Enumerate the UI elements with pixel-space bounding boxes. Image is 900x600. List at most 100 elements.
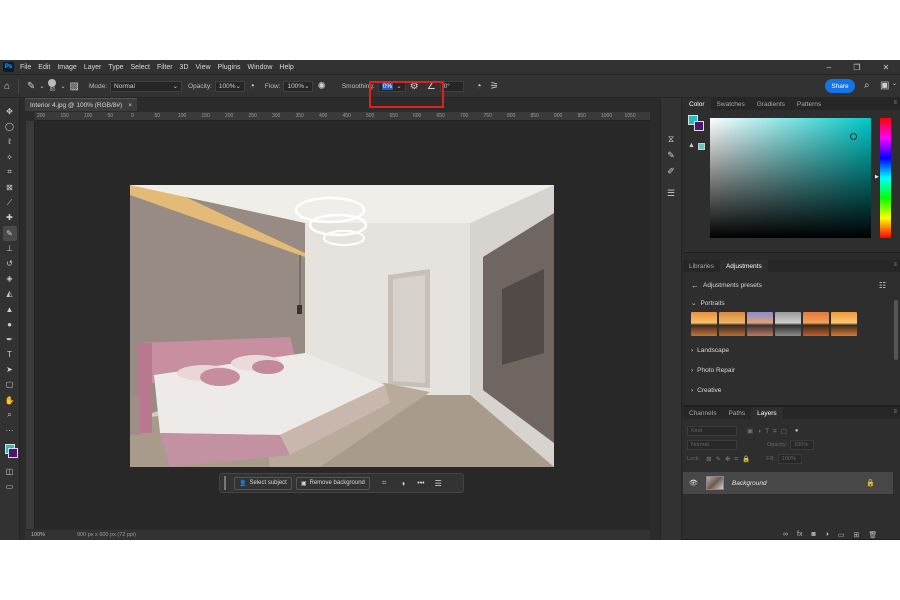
close-window-icon[interactable]: ✕ [872, 60, 900, 74]
new-group-icon[interactable]: ▭ [838, 531, 845, 539]
tab-libraries[interactable]: Libraries [683, 260, 720, 272]
tab-patterns[interactable]: Patterns [791, 98, 827, 110]
airbrush-icon[interactable]: ✺ [317, 81, 325, 92]
brush-settings-icon[interactable]: ▨ [70, 81, 79, 92]
more-tools-icon[interactable]: ··· [3, 423, 17, 438]
menu-image[interactable]: Image [57, 64, 76, 71]
menu-layer[interactable]: Layer [84, 64, 102, 71]
crop-icon[interactable]: ⌗ [3, 165, 17, 180]
add-mask-icon[interactable]: ◙ [811, 531, 815, 539]
chevron-down-icon[interactable]: ⌄ [39, 83, 44, 90]
panel-scrollbar[interactable] [894, 300, 898, 360]
menu-file[interactable]: File [20, 64, 31, 71]
search-icon[interactable]: ⌕ [864, 80, 870, 91]
panel-menu-icon[interactable]: ≡ [893, 262, 897, 268]
preset-group-landscape[interactable]: › Landscape [683, 340, 900, 360]
move-icon[interactable]: ✥ [3, 104, 17, 119]
panel-menu-icon[interactable]: ≡ [893, 409, 897, 415]
magic-wand-icon[interactable]: ✧ [3, 150, 17, 165]
preset-group-portraits[interactable]: ⌄ Portraits [683, 294, 900, 312]
layer-filter-icons[interactable]: ▣◑T⌗▢ [747, 427, 791, 436]
color-picker-marker[interactable] [850, 133, 857, 140]
brush-panel-icon[interactable]: ✎ [667, 150, 675, 166]
menu-window[interactable]: Window [248, 64, 273, 71]
eraser-icon[interactable]: ◈ [3, 271, 17, 286]
quick-mask-icon[interactable]: ◫ [3, 464, 17, 479]
type-icon[interactable]: T [3, 347, 17, 362]
blend-mode-select[interactable]: Normal [687, 440, 737, 450]
vertical-ruler[interactable] [26, 121, 35, 529]
restore-icon[interactable]: ❐ [843, 60, 871, 74]
new-layer-icon[interactable]: ⊞ [854, 531, 860, 539]
preset-thumbnail[interactable] [691, 312, 717, 336]
clone-stamp-icon[interactable]: ⊥ [3, 241, 17, 256]
tab-color[interactable]: Color [683, 98, 711, 110]
preset-thumbnail[interactable] [803, 312, 829, 336]
properties-panel-icon[interactable]: ☰ [667, 188, 675, 204]
preset-group-creative[interactable]: › Creative [683, 380, 900, 400]
marquee-icon[interactable]: ◯ [3, 119, 17, 134]
more-options-icon[interactable]: ••• [417, 480, 424, 487]
lock-icons[interactable]: ⊠✎✥⌗🔒 [706, 455, 754, 464]
eyedropper-icon[interactable]: ⟋ [3, 195, 17, 210]
layer-row-background[interactable]: 👁 Background 🔒 [683, 472, 893, 494]
canvas-image-bedroom[interactable] [130, 185, 554, 467]
layer-lock-icon[interactable]: 🔒 [866, 479, 875, 487]
pressure-size-icon[interactable]: ◔ [476, 81, 482, 92]
history-brush-icon[interactable]: ↺ [3, 256, 17, 271]
background-color-swatch[interactable] [694, 121, 704, 131]
zoom-icon[interactable]: ⌕ [3, 408, 17, 423]
adjustment-icon[interactable]: ◑ [400, 479, 405, 488]
menu-type[interactable]: Type [108, 64, 123, 71]
menu-view[interactable]: View [196, 64, 211, 71]
shape-icon[interactable]: ▢ [3, 377, 17, 392]
menu-select[interactable]: Select [131, 64, 150, 71]
layer-name[interactable]: Background [732, 480, 767, 487]
web-color-swatch[interactable] [698, 143, 705, 150]
pen-icon[interactable]: ✒ [3, 332, 17, 347]
frame-icon[interactable]: ⊠ [3, 180, 17, 195]
brush-icon[interactable]: ✎ [2, 225, 17, 241]
crop-icon[interactable]: ⌗ [382, 478, 387, 488]
list-view-icon[interactable]: ☷ [879, 281, 886, 290]
layer-style-icon[interactable]: fx [797, 531, 802, 539]
preset-thumbnail[interactable] [831, 312, 857, 336]
chevron-down-icon[interactable]: ⌄ [892, 80, 897, 87]
tab-gradients[interactable]: Gradients [751, 98, 791, 110]
lasso-icon[interactable]: ℓ [3, 134, 17, 149]
tab-adjustments[interactable]: Adjustments [719, 260, 768, 272]
zoom-level[interactable]: 100% [31, 532, 67, 538]
dodge-icon[interactable]: ● [3, 317, 17, 332]
menu-3d[interactable]: 3D [180, 64, 189, 71]
history-panel-icon[interactable]: ⧖ [668, 134, 674, 150]
settings-sliders-icon[interactable]: ☰ [435, 479, 442, 488]
hand-icon[interactable]: ✋ [3, 393, 17, 408]
brush-preset-icon[interactable]: ✎ [27, 81, 35, 92]
filter-toggle-icon[interactable]: ● [795, 428, 799, 434]
screen-mode-icon[interactable]: ▭ [3, 479, 17, 494]
delete-layer-icon[interactable]: 🗑 [868, 531, 877, 539]
tab-swatches[interactable]: Swatches [711, 98, 751, 110]
color-field[interactable] [710, 118, 871, 238]
link-layers-icon[interactable]: ∞ [783, 531, 788, 539]
workspace-icon[interactable]: ▣ [880, 80, 889, 91]
tab-channels[interactable]: Channels [683, 407, 722, 419]
share-button[interactable]: Share [825, 79, 855, 93]
color-swatches[interactable] [3, 438, 18, 464]
healing-icon[interactable]: ✚ [3, 210, 17, 225]
document-tab[interactable]: Interior 4.jpg @ 100% (RGB/8#) × [25, 98, 137, 111]
background-color-swatch[interactable] [7, 448, 18, 459]
adjustments-presets-header[interactable]: ← Adjustments presets ☷ [683, 276, 900, 294]
home-icon[interactable]: ⌂ [4, 81, 10, 92]
opacity-input[interactable]: 100% ⌄ [214, 80, 245, 92]
flow-input[interactable]: 100% ⌄ [283, 80, 314, 92]
menu-help[interactable]: Help [279, 64, 293, 71]
mode-select[interactable]: Normal ⌄ [110, 80, 183, 92]
horizontal-ruler[interactable]: 200 150 100 50 0 50 100 150 200 250 300 350 400 450 50… [35, 112, 650, 121]
fill-input[interactable]: 100% [777, 454, 802, 464]
layer-kind-filter[interactable]: Kind [687, 426, 737, 436]
close-tab-icon[interactable]: × [128, 102, 132, 109]
preset-thumbnail[interactable] [719, 312, 745, 336]
hue-slider-handle[interactable]: ▶ [875, 174, 879, 180]
tab-paths[interactable]: Paths [722, 407, 751, 419]
